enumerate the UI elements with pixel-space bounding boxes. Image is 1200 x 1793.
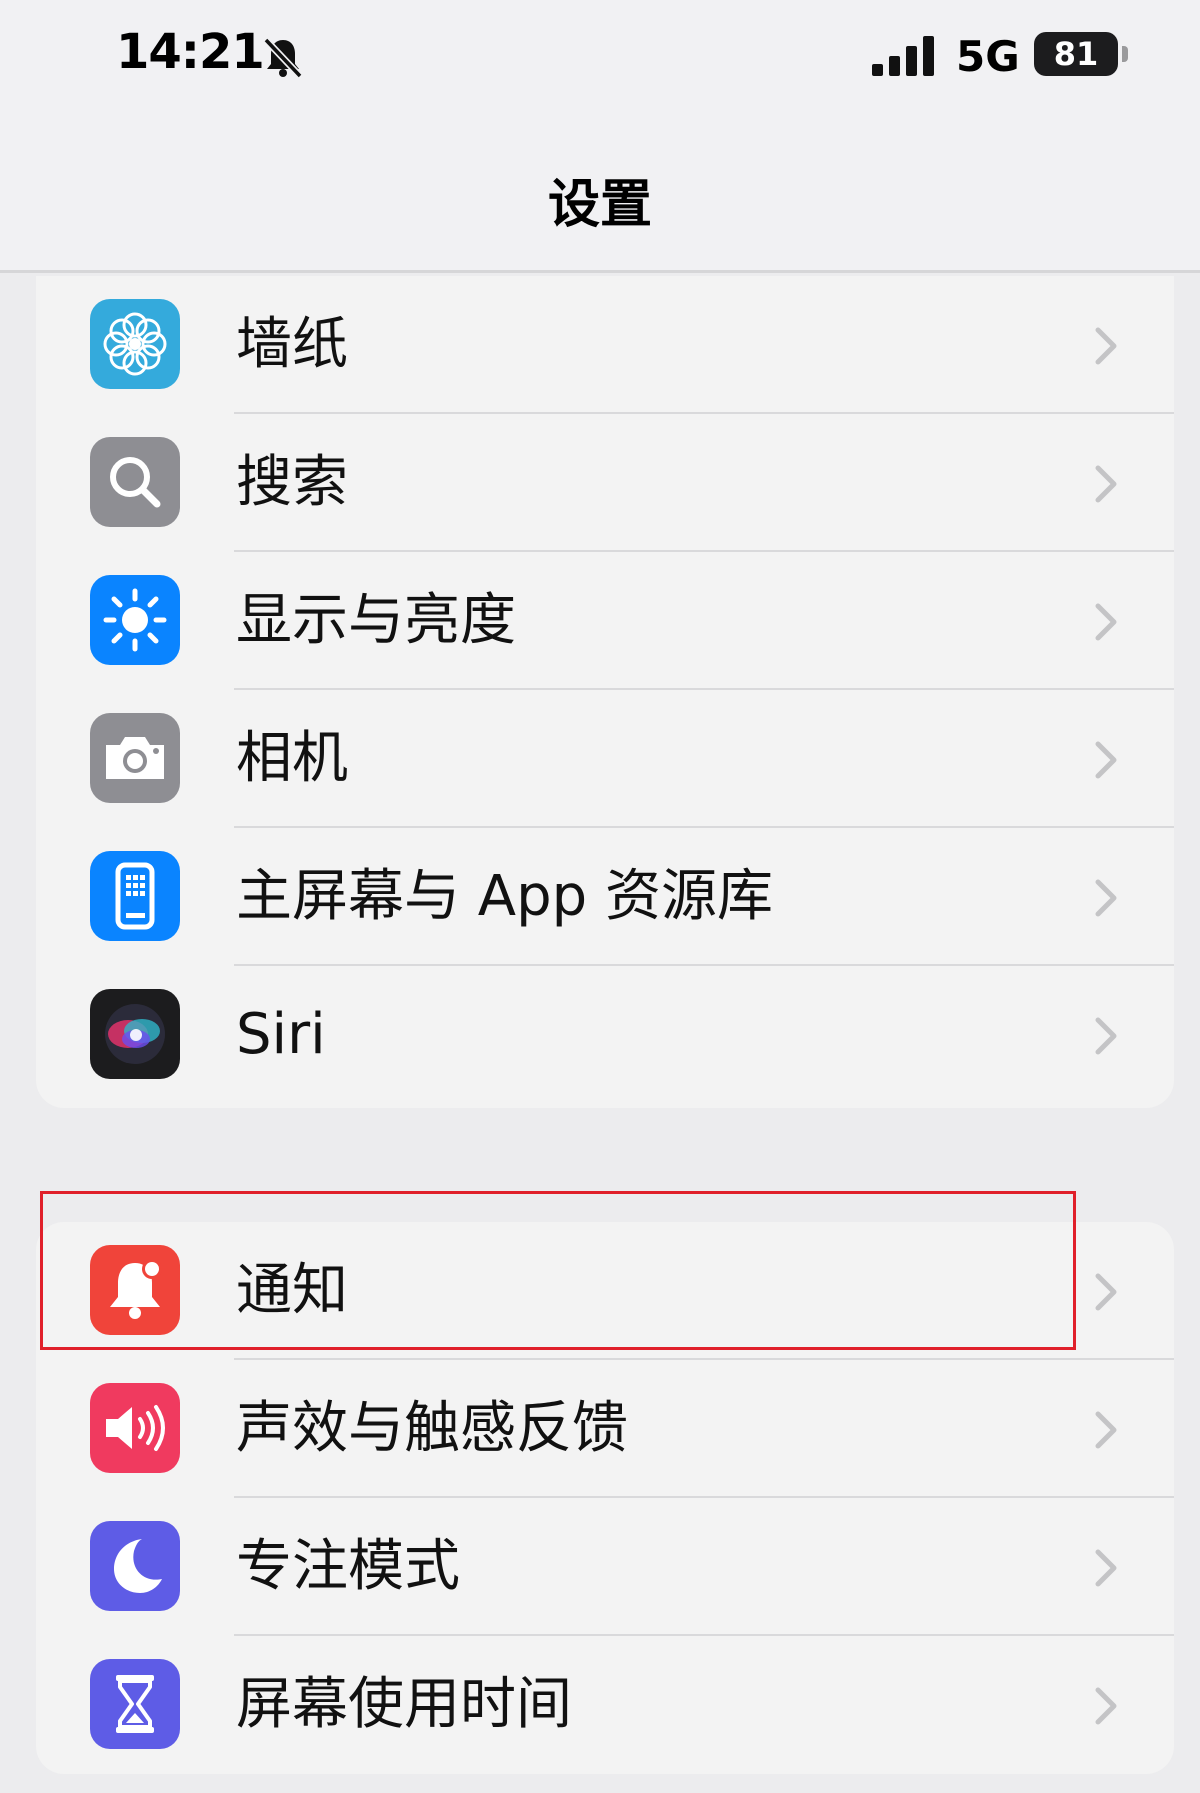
- settings-row-camera[interactable]: 相机: [36, 690, 1174, 828]
- chevron-right-icon: [1095, 741, 1117, 779]
- battery-icon: 81: [1034, 32, 1118, 76]
- settings-row-label: 专注模式: [236, 1534, 460, 1599]
- chevron-right-icon: [1095, 603, 1117, 641]
- chevron-right-icon: [1095, 465, 1117, 503]
- settings-row-label: 搜索: [236, 450, 348, 515]
- magnifier-icon: [90, 437, 180, 527]
- battery-cap: [1122, 46, 1128, 62]
- settings-row-label: 主屏幕与 App 资源库: [236, 864, 774, 929]
- chevron-right-icon: [1095, 1273, 1117, 1311]
- settings-row-label: 相机: [236, 726, 348, 791]
- highlight-box: [40, 1191, 1076, 1350]
- settings-row-label: Siri: [236, 1002, 326, 1067]
- speaker-icon: [90, 1383, 180, 1473]
- settings-row-focus[interactable]: 专注模式: [36, 1498, 1174, 1636]
- settings-row-display-brightness[interactable]: 显示与亮度: [36, 552, 1174, 690]
- settings-row-siri[interactable]: Siri: [36, 966, 1174, 1104]
- network-type: 5G: [956, 32, 1020, 81]
- status-time: 14:21: [116, 24, 265, 80]
- siri-icon: [90, 989, 180, 1079]
- settings-row-search[interactable]: 搜索: [36, 414, 1174, 552]
- chevron-right-icon: [1095, 1549, 1117, 1587]
- home-screen-icon: [90, 851, 180, 941]
- silent-bell-icon: [263, 37, 303, 79]
- camera-icon: [90, 713, 180, 803]
- cellular-signal-icon: [872, 36, 934, 76]
- chevron-right-icon: [1095, 1017, 1117, 1055]
- chevron-right-icon: [1095, 327, 1117, 365]
- battery-level: 81: [1053, 35, 1099, 73]
- page-title: 设置: [547, 175, 652, 235]
- settings-row-wallpaper[interactable]: 墙纸: [36, 276, 1174, 414]
- settings-row-label: 屏幕使用时间: [236, 1672, 572, 1737]
- navigation-bar: 设置: [0, 110, 1200, 273]
- settings-row-label: 声效与触感反馈: [236, 1396, 628, 1461]
- settings-row-sounds-haptics[interactable]: 声效与触感反馈: [36, 1360, 1174, 1498]
- hourglass-icon: [90, 1659, 180, 1749]
- chevron-right-icon: [1095, 1687, 1117, 1725]
- settings-row-label: 显示与亮度: [236, 588, 516, 653]
- settings-row-screen-time[interactable]: 屏幕使用时间: [36, 1636, 1174, 1774]
- settings-row-label: 墙纸: [236, 312, 348, 377]
- flower-icon: [90, 299, 180, 389]
- status-bar: 14:21 5G 81: [0, 0, 1200, 110]
- chevron-right-icon: [1095, 879, 1117, 917]
- moon-icon: [90, 1521, 180, 1611]
- settings-group-display: 墙纸 搜索 显示与亮度 相机 主屏幕与 App 资源库 Siri: [36, 276, 1174, 1108]
- sun-icon: [90, 575, 180, 665]
- settings-row-home-screen[interactable]: 主屏幕与 App 资源库: [36, 828, 1174, 966]
- chevron-right-icon: [1095, 1411, 1117, 1449]
